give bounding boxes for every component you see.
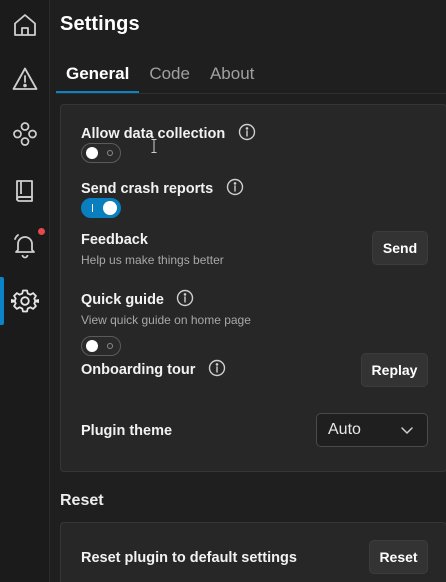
send-feedback-button[interactable]: Send xyxy=(372,231,428,265)
plugin-theme-value: Auto xyxy=(328,421,361,438)
rail-item-settings[interactable] xyxy=(0,277,50,325)
quick-guide-label: Quick guide xyxy=(81,292,164,308)
info-icon[interactable] xyxy=(176,289,194,307)
onboarding-tour-label: Onboarding tour xyxy=(81,362,196,378)
info-icon[interactable] xyxy=(238,123,256,141)
setting-onboarding-tour: Onboarding tour Replay xyxy=(81,353,428,389)
reset-plugin-label: Reset plugin to default settings xyxy=(81,550,297,566)
setting-quick-guide: Quick guide View quick guide on home pag… xyxy=(81,289,428,356)
toggle-off-indicator xyxy=(107,343,113,349)
reset-button[interactable]: Reset xyxy=(369,540,428,574)
notification-badge xyxy=(38,228,45,235)
info-icon[interactable] xyxy=(226,178,244,196)
tab-code[interactable]: Code xyxy=(139,60,200,94)
info-icon[interactable] xyxy=(208,359,226,377)
gear-icon xyxy=(11,287,39,315)
toggle-knob xyxy=(86,147,98,159)
nodes-icon xyxy=(11,120,39,148)
home-icon xyxy=(11,11,39,39)
text-cursor-icon xyxy=(151,139,157,153)
page-title: Settings xyxy=(60,13,140,35)
reset-section-title: Reset xyxy=(60,492,104,509)
settings-app: Settings General Code About Allow data c… xyxy=(0,0,446,582)
settings-main: Settings General Code About Allow data c… xyxy=(50,0,446,582)
replay-onboarding-button[interactable]: Replay xyxy=(361,353,428,387)
allow-data-collection-toggle[interactable] xyxy=(81,143,121,163)
plugin-theme-label: Plugin theme xyxy=(81,423,173,439)
setting-send-crash-reports: Send crash reports xyxy=(81,178,428,218)
bell-icon xyxy=(11,231,39,259)
setting-feedback: Feedback Help us make things better Send xyxy=(81,231,428,267)
toggle-off-indicator xyxy=(107,150,113,156)
book-icon xyxy=(11,176,39,204)
tab-general[interactable]: General xyxy=(56,60,140,94)
toggle-knob xyxy=(103,201,117,215)
send-crash-reports-label: Send crash reports xyxy=(81,181,214,197)
chevron-down-icon xyxy=(399,422,415,438)
toggle-knob xyxy=(86,340,98,352)
feedback-label: Feedback xyxy=(81,232,148,248)
setting-reset-plugin: Reset plugin to default settings Reset xyxy=(81,540,428,576)
send-crash-reports-toggle[interactable] xyxy=(81,198,121,218)
tab-bar: General Code About xyxy=(56,60,264,94)
active-rail-indicator xyxy=(0,277,4,325)
tabs-divider xyxy=(56,93,446,94)
tab-about[interactable]: About xyxy=(200,60,264,94)
icon-rail xyxy=(0,0,50,582)
warning-icon xyxy=(11,65,39,93)
setting-plugin-theme: Plugin theme Auto xyxy=(81,413,428,449)
rail-item-docs[interactable] xyxy=(0,166,50,214)
reset-settings-card: Reset plugin to default settings Reset xyxy=(60,522,446,582)
rail-item-issues[interactable] xyxy=(0,55,50,103)
plugin-theme-select[interactable]: Auto xyxy=(316,413,428,447)
setting-allow-data-collection: Allow data collection xyxy=(81,123,428,163)
toggle-on-indicator xyxy=(92,204,93,212)
quick-guide-description: View quick guide on home page xyxy=(81,313,251,327)
general-settings-card: Allow data collection Send crash reports xyxy=(60,104,446,472)
rail-item-home[interactable] xyxy=(0,1,50,49)
rail-item-components[interactable] xyxy=(0,110,50,158)
